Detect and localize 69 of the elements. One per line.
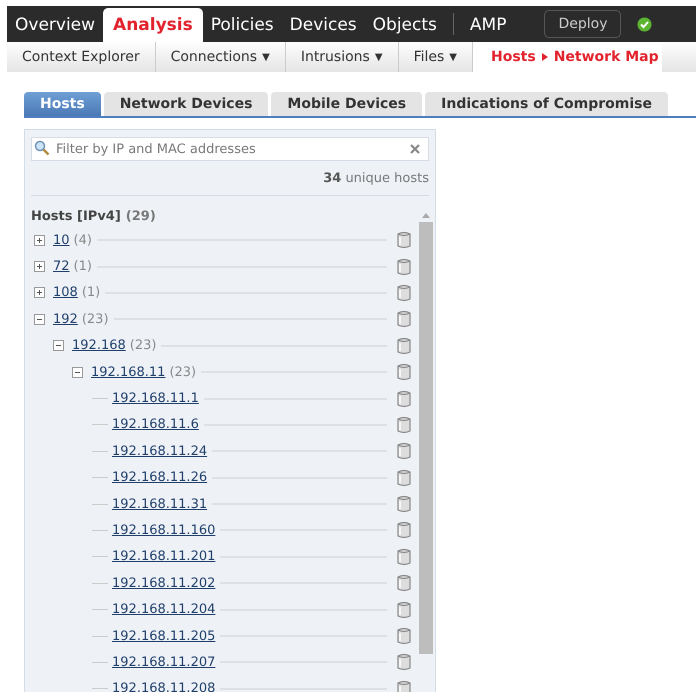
host-link[interactable]: 192.168.11.205 — [112, 628, 216, 644]
collapse-icon[interactable] — [53, 340, 64, 352]
host-link[interactable]: 72 — [53, 259, 70, 274]
search-icon — [34, 140, 50, 156]
tab[interactable]: Mobile Devices — [271, 92, 422, 116]
database-icon[interactable] — [397, 231, 411, 250]
nav-tab[interactable]: Devices — [282, 8, 365, 42]
database-icon[interactable] — [397, 284, 411, 302]
nav-tab[interactable]: Policies — [202, 8, 282, 42]
host-link[interactable]: 10 — [53, 232, 70, 248]
database-icon[interactable] — [397, 521, 411, 540]
database-icon[interactable] — [397, 390, 411, 408]
host-link[interactable]: 192.168.11.31 — [112, 496, 208, 512]
database-icon[interactable] — [397, 600, 411, 619]
collapse-icon[interactable] — [34, 314, 45, 325]
tab[interactable]: Indications of Compromise — [425, 92, 668, 116]
breadcrumb-tab[interactable]: Hosts Network Map — [473, 42, 662, 72]
database-icon[interactable] — [397, 548, 411, 566]
database-icon[interactable] — [397, 416, 411, 434]
collapse-icon[interactable] — [72, 366, 83, 378]
host-count: (1) — [74, 259, 92, 274]
host-count: (23) — [82, 312, 109, 327]
database-icon[interactable] — [397, 627, 411, 646]
database-icon[interactable] — [397, 258, 411, 276]
host-count-text: 34 unique hosts — [323, 171, 429, 186]
host-link[interactable]: 192.168.11.24 — [112, 444, 208, 459]
nav-tab[interactable]: Overview — [7, 8, 104, 42]
expand-icon[interactable] — [34, 287, 45, 298]
host-link[interactable]: 192.168.11.6 — [112, 417, 199, 432]
database-icon[interactable] — [397, 653, 411, 672]
menu-tab[interactable]: Intrusions ▼ — [286, 42, 399, 72]
host-link[interactable]: 192.168.11.204 — [112, 602, 216, 618]
host-link[interactable]: 192 — [53, 312, 78, 327]
menu-tab[interactable]: Context Explorer — [7, 42, 156, 72]
host-link[interactable]: 192.168 — [72, 338, 126, 354]
database-icon[interactable] — [397, 336, 411, 355]
tab[interactable]: Network Devices — [104, 92, 268, 116]
database-icon[interactable] — [397, 495, 411, 514]
tree-count: (29) — [126, 209, 156, 226]
database-icon[interactable] — [397, 574, 411, 592]
clear-icon[interactable] — [410, 144, 420, 154]
host-link[interactable]: 192.168.11.201 — [112, 549, 216, 564]
database-icon[interactable] — [397, 468, 411, 487]
expand-icon[interactable] — [34, 234, 45, 246]
breadcrumb-arrow-icon — [542, 53, 548, 61]
deploy-button[interactable]: Deploy — [544, 10, 622, 38]
host-link[interactable]: 192.168.11.1 — [112, 391, 199, 406]
database-icon[interactable] — [397, 363, 411, 382]
host-link[interactable]: 108 — [53, 285, 78, 300]
host-link[interactable]: 192.168.11.202 — [112, 576, 216, 591]
host-count: (23) — [130, 338, 156, 354]
scroll-up-icon[interactable] — [422, 213, 430, 218]
host-link[interactable]: 192.168.11.207 — [112, 654, 216, 670]
check-icon[interactable] — [637, 16, 652, 32]
menu-tab[interactable]: Connections ▼ — [156, 42, 286, 72]
host-link[interactable]: 192.168.11.26 — [112, 470, 208, 486]
host-count: (1) — [82, 285, 100, 300]
database-icon[interactable] — [397, 442, 411, 460]
host-link[interactable]: 192.168.11.160 — [112, 522, 216, 538]
nav-tab[interactable]: Objects — [364, 8, 445, 42]
host-link[interactable]: 192.168.11 — [91, 364, 166, 380]
nav-tab[interactable]: AMP — [462, 8, 514, 42]
host-count: (23) — [169, 364, 196, 380]
expand-icon[interactable] — [34, 261, 45, 272]
host-count: (4) — [74, 232, 92, 248]
filter-field[interactable]: Filter by IP and MAC addresses — [31, 137, 429, 161]
database-icon[interactable] — [397, 310, 411, 328]
nav-tab[interactable]: Analysis — [103, 8, 203, 42]
tree-title: Hosts [IPv4] — [31, 209, 121, 226]
